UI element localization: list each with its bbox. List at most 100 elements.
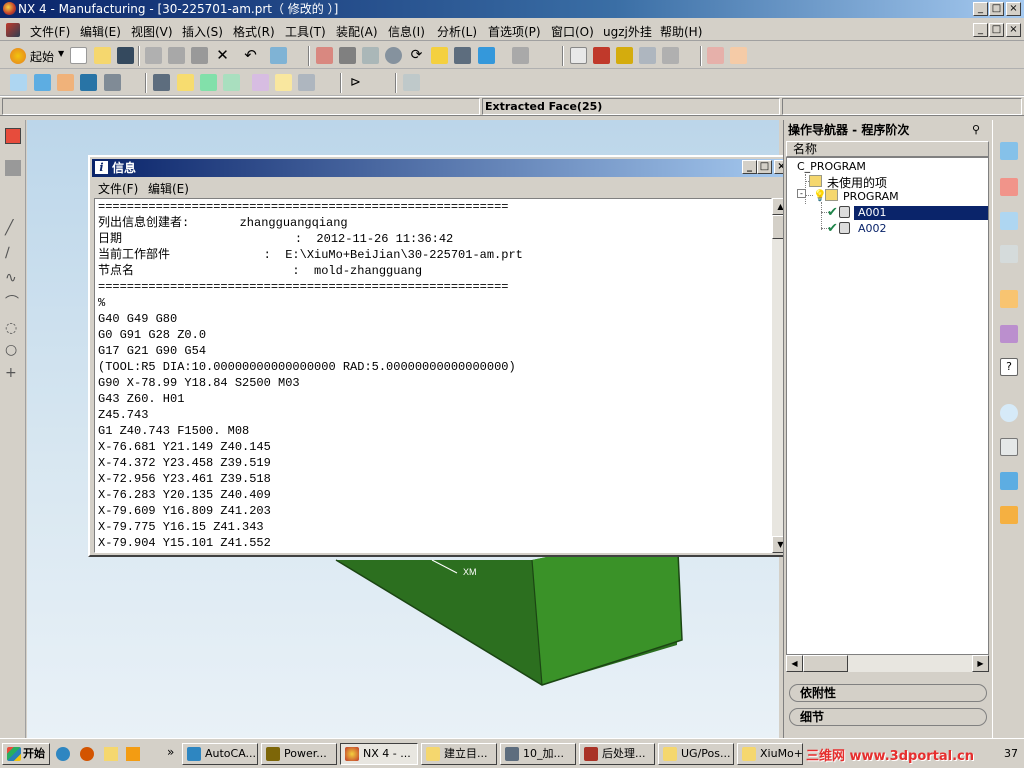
verify-toolpath-icon[interactable] bbox=[275, 74, 292, 91]
zoom-icon[interactable] bbox=[362, 47, 379, 64]
paste-icon[interactable] bbox=[191, 47, 208, 64]
fit-view-icon[interactable] bbox=[316, 47, 333, 64]
task-powermill[interactable]: Power... bbox=[261, 743, 337, 765]
cut-icon[interactable] bbox=[145, 47, 162, 64]
menu-file[interactable]: 文件(F) bbox=[30, 23, 70, 40]
tree-item-a001[interactable]: A001 bbox=[854, 206, 988, 220]
point-icon[interactable]: + bbox=[5, 365, 21, 381]
display-icon[interactable] bbox=[662, 47, 679, 64]
menu-edit[interactable]: 编辑(E) bbox=[80, 23, 121, 40]
chevron-down-icon[interactable]: ▼ bbox=[58, 49, 64, 58]
info-menu-edit[interactable]: 编辑(E) bbox=[148, 180, 189, 197]
snap-icon[interactable] bbox=[593, 47, 610, 64]
measure-icon[interactable] bbox=[616, 47, 633, 64]
collapse-toggle[interactable]: - bbox=[797, 189, 806, 198]
quicklaunch-icon[interactable] bbox=[80, 747, 94, 761]
system-materials-icon[interactable] bbox=[1000, 438, 1018, 456]
menu-help[interactable]: 帮助(H) bbox=[660, 23, 702, 40]
operation-navigator-icon[interactable] bbox=[1000, 212, 1018, 230]
task-nx4[interactable]: NX 4 - ... bbox=[340, 743, 418, 765]
machine-tool-view-icon[interactable] bbox=[177, 74, 194, 91]
info-text-area[interactable]: ========================================… bbox=[94, 198, 772, 553]
zoom-window-icon[interactable] bbox=[339, 47, 356, 64]
tree-item-program[interactable]: PROGRAM bbox=[843, 190, 899, 203]
menu-ugzj-plugin[interactable]: ugzj外挂 bbox=[603, 23, 652, 40]
generate-toolpath-icon[interactable] bbox=[252, 74, 269, 91]
info-minimize-button[interactable]: _ bbox=[742, 160, 757, 174]
menu-information[interactable]: 信息(I) bbox=[388, 23, 425, 40]
view-orient-icon[interactable] bbox=[512, 47, 529, 64]
layer-icon[interactable] bbox=[639, 47, 656, 64]
open-folder-icon[interactable] bbox=[94, 47, 111, 64]
info-maximize-button[interactable]: □ bbox=[757, 160, 772, 174]
navigator-tree[interactable]: C_PROGRAM 未使用的项 - 💡 PROGRAM ✔ A001 ✔ A00… bbox=[786, 157, 989, 655]
task-xiumo[interactable]: XiuMo+... bbox=[737, 743, 803, 765]
arc-icon[interactable]: ⌒ bbox=[5, 295, 21, 311]
new-file-icon[interactable] bbox=[70, 47, 87, 64]
flag-icon[interactable]: ⊳ bbox=[350, 74, 367, 91]
line-icon[interactable]: ╱ bbox=[5, 220, 21, 236]
delete-icon[interactable]: ✕ bbox=[214, 47, 231, 64]
magnify-icon[interactable] bbox=[385, 47, 402, 64]
menu-analysis[interactable]: 分析(L) bbox=[437, 23, 477, 40]
dependencies-section[interactable]: 依附性 bbox=[789, 684, 987, 702]
info-titlebar[interactable]: i 信息 _ □ × bbox=[92, 159, 790, 177]
scroll-right-button[interactable]: ▶ bbox=[972, 655, 989, 672]
information-window[interactable]: i 信息 _ □ × 文件(F) 编辑(E) =================… bbox=[88, 155, 794, 557]
doc-minimize-button[interactable]: _ bbox=[973, 23, 988, 37]
ruler-icon[interactable] bbox=[707, 47, 724, 64]
section-icon[interactable] bbox=[730, 47, 747, 64]
spline-icon[interactable]: ∿ bbox=[5, 270, 21, 286]
menu-tools[interactable]: 工具(T) bbox=[285, 23, 326, 40]
quicklaunch-more-icon[interactable]: » bbox=[167, 745, 174, 759]
navigator-horizontal-scrollbar[interactable]: ◀ ▶ bbox=[786, 655, 989, 672]
create-geometry-icon[interactable] bbox=[57, 74, 74, 91]
undo-icon[interactable]: ↶ bbox=[242, 47, 259, 64]
assembly-navigator-icon[interactable] bbox=[1000, 142, 1018, 160]
task-postprocess[interactable]: 后处理... bbox=[579, 743, 655, 765]
program-order-view-icon[interactable] bbox=[153, 74, 170, 91]
pan-icon[interactable] bbox=[431, 47, 448, 64]
menu-window[interactable]: 窗口(O) bbox=[551, 23, 594, 40]
web-browser-icon[interactable] bbox=[1000, 290, 1018, 308]
feature-icon[interactable] bbox=[5, 160, 21, 176]
roles-icon[interactable] bbox=[1000, 506, 1018, 524]
render-style-icon[interactable] bbox=[454, 47, 471, 64]
history-icon[interactable] bbox=[1000, 404, 1018, 422]
close-button[interactable]: × bbox=[1006, 2, 1021, 16]
start-menu-button[interactable]: 开始 bbox=[2, 743, 50, 765]
task-ugpost[interactable]: UG/Pos... bbox=[658, 743, 734, 765]
shaded-view-icon[interactable] bbox=[478, 47, 495, 64]
menu-insert[interactable]: 插入(S) bbox=[182, 23, 223, 40]
menu-view[interactable]: 视图(V) bbox=[131, 23, 173, 40]
task-video[interactable]: 10_加... bbox=[500, 743, 576, 765]
create-operation-icon[interactable] bbox=[104, 74, 121, 91]
tree-item-a002[interactable]: A002 bbox=[858, 222, 887, 235]
doc-close-button[interactable]: × bbox=[1006, 23, 1021, 37]
csys-icon[interactable] bbox=[570, 47, 587, 64]
training-icon[interactable] bbox=[1000, 325, 1018, 343]
scroll-thumb[interactable] bbox=[803, 655, 848, 672]
tree-item-c-program[interactable]: C_PROGRAM bbox=[797, 160, 866, 173]
method-view-icon[interactable] bbox=[223, 74, 240, 91]
postprocess-icon[interactable] bbox=[298, 74, 315, 91]
pin-icon[interactable]: ⚲ bbox=[972, 123, 980, 136]
quicklaunch-icon[interactable] bbox=[126, 747, 140, 761]
task-folder-1[interactable]: 建立目... bbox=[421, 743, 497, 765]
folder-quicklaunch-icon[interactable] bbox=[104, 747, 118, 761]
start-button[interactable]: 起始 bbox=[30, 48, 54, 65]
select-filter-icon[interactable] bbox=[403, 74, 420, 91]
copy-icon[interactable] bbox=[168, 47, 185, 64]
menu-format[interactable]: 格式(R) bbox=[233, 23, 275, 40]
details-section[interactable]: 细节 bbox=[789, 708, 987, 726]
doc-restore-button[interactable]: □ bbox=[989, 23, 1004, 37]
menu-preferences[interactable]: 首选项(P) bbox=[488, 23, 541, 40]
navigator-column-header[interactable]: 名称 bbox=[786, 141, 989, 157]
part-navigator-icon[interactable] bbox=[1000, 178, 1018, 196]
menu-assemblies[interactable]: 装配(A) bbox=[336, 23, 378, 40]
reuse-library-icon[interactable] bbox=[1000, 245, 1018, 263]
selection-icon[interactable] bbox=[270, 47, 287, 64]
geometry-view-icon[interactable] bbox=[200, 74, 217, 91]
help-icon[interactable]: ? bbox=[1000, 358, 1018, 376]
scroll-left-button[interactable]: ◀ bbox=[786, 655, 803, 672]
